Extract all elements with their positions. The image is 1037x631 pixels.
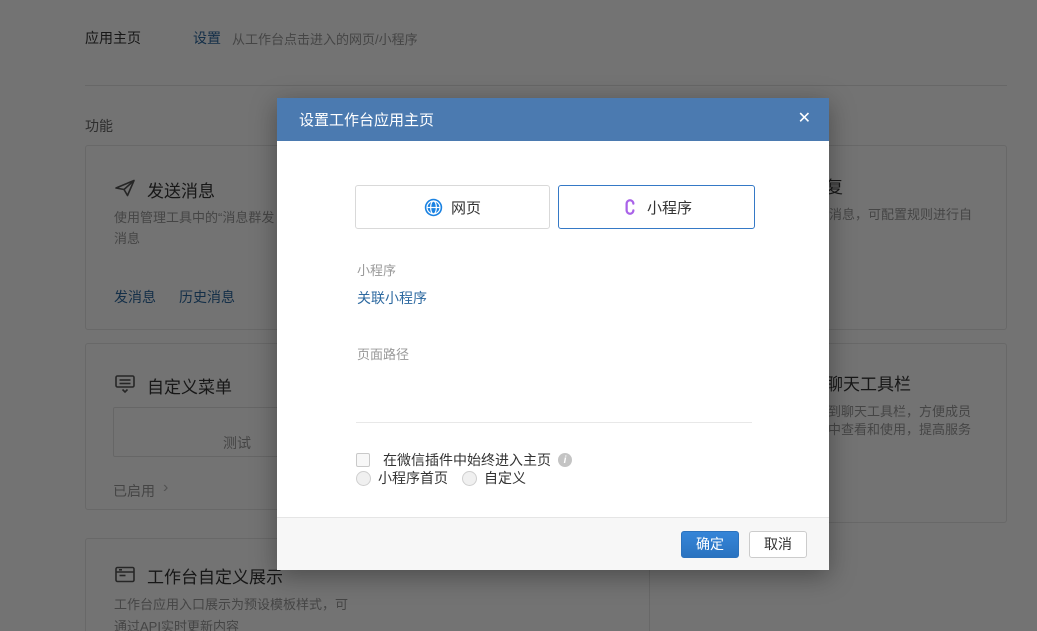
radio-circle-icon [462,471,477,486]
set-homepage-modal: 设置工作台应用主页 ✕ 网页 [277,98,829,570]
globe-icon [424,198,443,217]
always-enter-home-checkbox[interactable] [356,453,370,467]
tab-webpage-label: 网页 [451,197,481,218]
always-enter-home-row: 在微信插件中始终进入主页 i [356,450,572,470]
miniprogram-section-label: 小程序 [357,260,396,279]
page-path-label: 页面路径 [357,344,409,363]
tab-miniprogram-label: 小程序 [647,197,692,218]
confirm-button[interactable]: 确定 [681,531,739,558]
radio-custom[interactable]: 自定义 [462,468,526,488]
tab-miniprogram[interactable]: 小程序 [558,185,755,229]
radio-custom-label: 自定义 [484,468,526,488]
radio-miniprogram-home-label: 小程序首页 [378,468,448,488]
info-icon[interactable]: i [558,453,572,467]
radio-circle-icon [356,471,371,486]
modal-header: 设置工作台应用主页 ✕ [277,98,829,141]
cancel-button[interactable]: 取消 [749,531,807,558]
modal-footer: 确定 取消 [277,517,829,570]
link-miniprogram[interactable]: 关联小程序 [357,288,427,308]
close-icon[interactable]: ✕ [798,108,811,130]
modal-divider [356,422,752,423]
miniprogram-icon [621,198,639,216]
homepage-type-tabs: 网页 小程序 [355,185,755,229]
page-path-options: 小程序首页 自定义 [356,468,526,488]
modal-title: 设置工作台应用主页 [299,109,434,130]
radio-miniprogram-home[interactable]: 小程序首页 [356,468,448,488]
tab-webpage[interactable]: 网页 [355,185,550,229]
always-enter-home-label: 在微信插件中始终进入主页 [383,450,551,470]
